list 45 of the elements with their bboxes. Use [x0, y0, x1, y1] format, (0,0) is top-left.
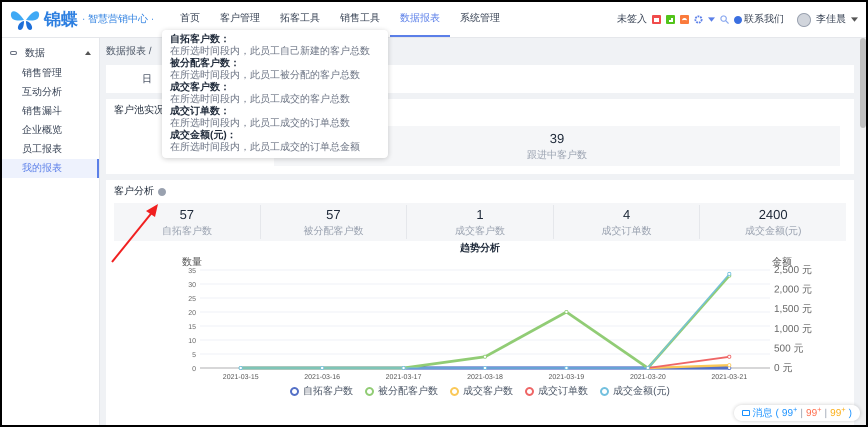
card-title: 客户分析 [114, 184, 154, 199]
separator-text: | [800, 406, 804, 420]
tick-label: 2,000 元 [774, 284, 812, 296]
tooltip-text: 在所选时间段内，此员工成交的订单总数 [170, 118, 351, 129]
axis-title: 数量 [182, 257, 202, 268]
tooltip-text: 在所选时间段内，此员工成交的订单总金额 [170, 142, 361, 154]
stat-label: 被分配客户数 [303, 224, 364, 240]
tick-label: 1,500 元 [774, 304, 812, 316]
message-label: 消息 [752, 406, 773, 420]
tooltip-heading: 成交客户数： [170, 82, 231, 94]
tooltip-text: 在所选时间段内，此员工成交的客户总数 [170, 94, 351, 105]
stat-value: 4 [622, 206, 630, 224]
tooltip-heading: 自拓客户数： [170, 34, 231, 46]
stat-value: 57 [180, 206, 194, 224]
count-text: 99$^{+}$ [806, 406, 822, 420]
chart-title: 趋势分析 [460, 242, 500, 256]
stat-value: 39 [550, 130, 564, 148]
stat-label: 成交订单数 [602, 224, 652, 240]
count-text: 99$^{+}$ [830, 406, 846, 420]
breadcrumb: 数据报表 / [106, 44, 152, 59]
paren-text: ( [776, 406, 779, 420]
stat-label: 成交客户数 [454, 224, 505, 240]
tick-label: 500 元 [774, 343, 804, 354]
tooltip-text: 在所选时间段内，此员工被分配的客户总数 [170, 70, 361, 81]
tick-label: 2,500 元 [774, 265, 812, 276]
tick-label: 1,000 元 [774, 324, 812, 335]
paren-text: ) [848, 406, 852, 420]
filter-label: 日 [142, 72, 152, 86]
tooltip-heading: 成交金额(元)： [170, 130, 238, 142]
tooltip-heading: 成交订单数： [170, 106, 231, 118]
logo-text: 锦蝶 [44, 8, 78, 31]
tooltip-text: 在所选时间段内，此员工自己新建的客户总数 [170, 46, 371, 57]
tooltip-heading: 被分配客户数： [170, 58, 241, 70]
stat-value: 57 [326, 206, 341, 224]
stat-label: 自拓客户数 [162, 224, 212, 240]
count-text: 99$^{+}$ [782, 406, 798, 420]
stat-value: 1 [476, 206, 484, 224]
stat-label: 成交金额(元) [744, 224, 802, 240]
group-label: 数据 [25, 46, 45, 60]
logo-subtitle: · 智慧营销中心 · [82, 12, 154, 27]
tick-label: 0 元 [774, 363, 792, 374]
stat-value: 2400 [758, 206, 788, 224]
separator-text: | [824, 406, 828, 420]
checkin-status: 未签入 [617, 12, 647, 27]
stat-label: 跟进中客户数 [527, 148, 587, 164]
